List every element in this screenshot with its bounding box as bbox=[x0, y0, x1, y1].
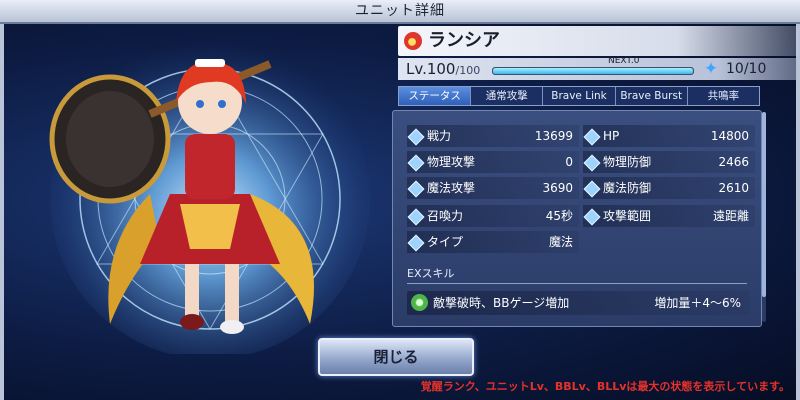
stat-magic-attack: 魔法攻撃 3690 bbox=[407, 177, 579, 199]
stat-label: 物理防御 bbox=[603, 155, 652, 169]
stat-value: 13699 bbox=[534, 129, 573, 143]
unit-name-bar: ランシア bbox=[398, 26, 798, 56]
stat-power: 戦力 13699 bbox=[407, 125, 579, 147]
level-value: 100 bbox=[426, 60, 456, 78]
stat-value: 14800 bbox=[710, 129, 749, 143]
stat-value: 3690 bbox=[542, 181, 573, 195]
stat-bullet-icon bbox=[583, 208, 601, 226]
stat-value: 2466 bbox=[718, 155, 749, 169]
stat-bullet-icon bbox=[583, 128, 601, 146]
limit-break-count: 10/10 bbox=[726, 61, 767, 77]
exp-bar-fill bbox=[493, 68, 693, 74]
stat-bullet-icon bbox=[407, 154, 425, 172]
unit-character-art bbox=[49, 59, 314, 334]
ex-skill-effect: 増加量＋4～6% bbox=[654, 296, 741, 310]
stat-value: 魔法 bbox=[548, 235, 573, 249]
stat-bullet-icon bbox=[407, 234, 425, 252]
stat-bullet-icon bbox=[407, 208, 425, 226]
stat-label: HP bbox=[603, 129, 620, 143]
ex-skill-name: 敵撃破時、BBゲージ増加 bbox=[433, 296, 570, 310]
unit-level-bar: Lv.100/100 NEXT.0 ✦ 10/10 bbox=[398, 56, 798, 82]
unit-name: ランシア bbox=[428, 30, 500, 51]
level-label: Lv. bbox=[406, 60, 427, 78]
stat-bullet-icon bbox=[583, 154, 601, 172]
stat-label: 召喚力 bbox=[427, 209, 464, 223]
status-panel: 戦力 13699 HP 14800 物理攻撃 0 物理防御 2466 魔法攻撃 … bbox=[392, 110, 762, 327]
status-scrollbar[interactable] bbox=[762, 112, 766, 322]
stat-magic-defense: 魔法防御 2610 bbox=[583, 177, 755, 199]
max-state-notice: 覚醒ランク、ユニットLv、BBLv、BLLvは最大の状態を表示しています。 bbox=[420, 380, 790, 393]
limit-break-star-icon: ✦ bbox=[703, 59, 719, 79]
stat-physical-defense: 物理防御 2466 bbox=[583, 151, 755, 173]
stat-attack-range: 攻撃範囲 遠距離 bbox=[583, 205, 755, 227]
ex-skill-icon bbox=[411, 294, 428, 311]
stat-summon-power: 召喚力 45秒 bbox=[407, 205, 579, 227]
stat-label: 魔法防御 bbox=[603, 181, 652, 195]
level-max: /100 bbox=[455, 64, 481, 77]
stat-label: 戦力 bbox=[427, 129, 452, 143]
level-display: Lv.100/100 bbox=[406, 58, 480, 82]
ex-skill-row[interactable]: 敵撃破時、BBゲージ増加 増加量＋4～6% bbox=[407, 291, 749, 315]
stat-value: 2610 bbox=[718, 181, 749, 195]
stat-bullet-icon bbox=[407, 128, 425, 146]
tab-status[interactable]: ステータス bbox=[399, 87, 471, 105]
stat-value: 遠距離 bbox=[712, 209, 749, 223]
unit-portrait bbox=[40, 24, 380, 354]
stat-bullet-icon bbox=[583, 180, 601, 198]
stat-value: 0 bbox=[565, 155, 573, 169]
stat-type: タイプ 魔法 bbox=[407, 231, 579, 253]
screen-title: ユニット詳細 bbox=[0, 0, 800, 24]
fire-element-icon bbox=[404, 32, 422, 50]
tab-resonance[interactable]: 共鳴率 bbox=[686, 87, 759, 105]
stat-label: 魔法攻撃 bbox=[427, 181, 476, 195]
exp-bar bbox=[492, 67, 694, 75]
close-button[interactable]: 閉じる bbox=[318, 338, 474, 376]
detail-tabs: ステータス 通常攻撃 Brave Link Brave Burst 共鳴率 bbox=[398, 86, 760, 106]
stat-bullet-icon bbox=[407, 180, 425, 198]
tab-brave-burst[interactable]: Brave Burst bbox=[614, 87, 687, 105]
exp-next-label: NEXT.0 bbox=[608, 56, 640, 66]
stat-label: タイプ bbox=[427, 235, 464, 249]
tab-brave-link[interactable]: Brave Link bbox=[542, 87, 614, 105]
ex-skill-header: EXスキル bbox=[407, 265, 747, 284]
scrollbar-thumb[interactable] bbox=[762, 112, 766, 297]
stat-physical-attack: 物理攻撃 0 bbox=[407, 151, 579, 173]
stat-label: 物理攻撃 bbox=[427, 155, 476, 169]
stat-value: 45秒 bbox=[545, 209, 573, 223]
window-frame-left bbox=[0, 22, 4, 400]
stat-label: 攻撃範囲 bbox=[603, 209, 652, 223]
tab-normal-attack[interactable]: 通常攻撃 bbox=[470, 87, 542, 105]
stat-hp: HP 14800 bbox=[583, 125, 755, 147]
